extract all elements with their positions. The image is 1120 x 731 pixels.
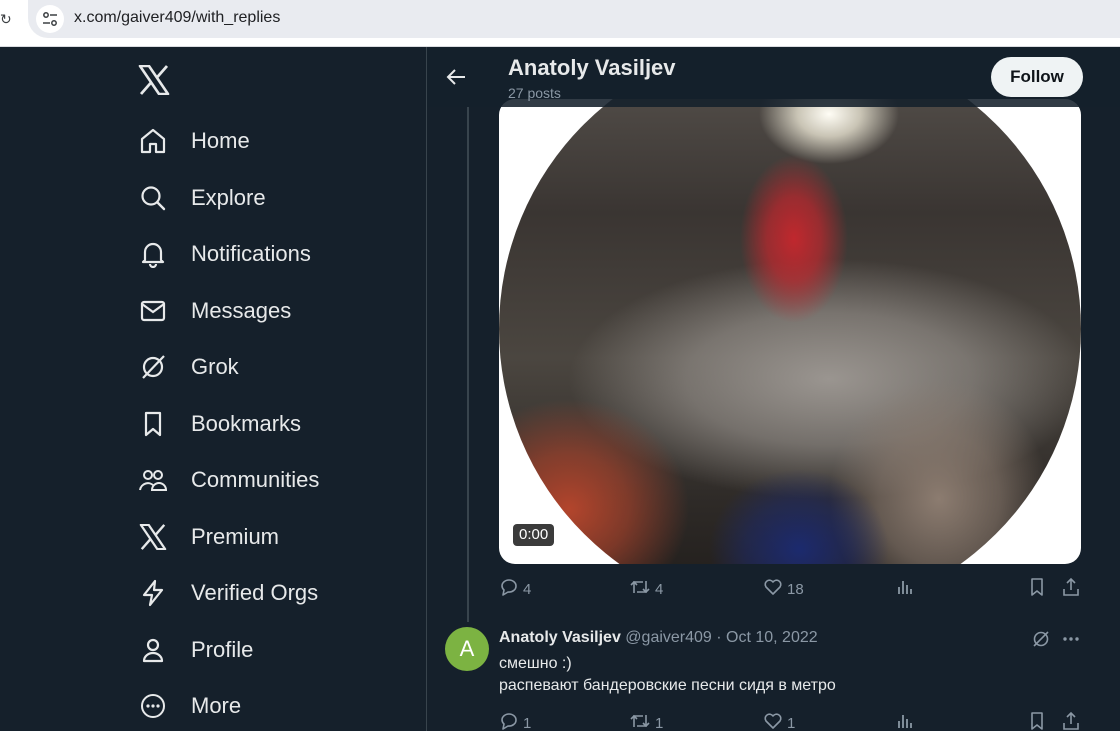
sidebar-item-bookmarks[interactable]: Bookmarks (136, 404, 396, 444)
heart-icon (763, 577, 783, 601)
tweet-text-line: распевают бандеровские песни сидя в метр… (499, 677, 836, 694)
repost-icon (629, 577, 651, 601)
sidebar-item-home[interactable]: Home (136, 121, 396, 161)
like-count: 1 (787, 714, 796, 731)
x-logo-icon (136, 520, 170, 554)
sidebar-item-label: Home (191, 128, 250, 153)
analytics-icon (895, 577, 915, 601)
sidebar-item-premium[interactable]: Premium (136, 517, 396, 557)
people-icon (136, 463, 170, 497)
thread-connector-line (467, 107, 469, 622)
post-count: 27 posts (508, 85, 561, 101)
video-thumbnail (499, 99, 1081, 564)
reply-count: 1 (523, 714, 532, 731)
repost-button[interactable]: 4 (629, 577, 663, 601)
more-circle-icon (136, 689, 170, 723)
tweet-text-line: смешно :) (499, 655, 572, 672)
reply-button[interactable]: 4 (499, 577, 531, 601)
share-button[interactable] (1061, 577, 1081, 601)
like-button[interactable]: 1 (763, 711, 795, 731)
reply-button[interactable]: 1 (499, 711, 531, 731)
sidebar-item-label: Grok (191, 354, 239, 379)
grok-icon (136, 350, 170, 384)
reply-icon (499, 711, 519, 731)
address-bar[interactable]: x.com/gaiver409/with_replies (28, 0, 1120, 38)
sidebar-item-label: Communities (191, 467, 320, 492)
bookmark-icon (136, 407, 170, 441)
post-actions: 4 4 18 (499, 577, 1081, 601)
sidebar-item-label: Messages (191, 298, 292, 323)
x-logo-icon[interactable] (138, 64, 170, 96)
video-player[interactable]: 0:00 (499, 99, 1081, 564)
sidebar-item-messages[interactable]: Messages (136, 291, 396, 331)
sidebar: Home Explore Notifications Messages Grok… (0, 47, 427, 731)
sidebar-item-label: More (191, 693, 242, 718)
post-actions: 1 1 1 (499, 711, 1081, 731)
home-icon (136, 124, 170, 158)
bookmark-icon (1027, 577, 1047, 601)
reply-count: 4 (523, 580, 532, 598)
avatar[interactable]: A (445, 627, 489, 671)
reply-icon (499, 577, 519, 601)
sidebar-item-communities[interactable]: Communities (136, 460, 396, 500)
like-button[interactable]: 18 (763, 577, 804, 601)
search-icon (136, 181, 170, 215)
heart-icon (763, 711, 783, 731)
sidebar-item-notifications[interactable]: Notifications (136, 234, 396, 274)
site-info-icon[interactable] (36, 5, 64, 33)
share-icon (1061, 711, 1081, 731)
reload-icon[interactable]: ↻ (0, 11, 12, 27)
follow-button[interactable]: Follow (991, 57, 1083, 97)
like-count: 18 (787, 580, 804, 598)
back-arrow-icon[interactable] (443, 63, 471, 91)
views-button[interactable] (895, 577, 915, 601)
grok-icon[interactable] (1031, 629, 1053, 651)
envelope-icon (136, 294, 170, 328)
bookmark-icon (1027, 711, 1047, 731)
analytics-icon (895, 711, 915, 731)
bookmark-button[interactable] (1027, 711, 1047, 731)
sidebar-item-label: Bookmarks (191, 411, 302, 436)
sidebar-item-label: Verified Orgs (191, 580, 319, 605)
url-text[interactable]: x.com/gaiver409/with_replies (74, 9, 280, 27)
more-options-icon[interactable] (1061, 629, 1083, 651)
repost-button[interactable]: 1 (629, 711, 663, 731)
author-handle-date[interactable]: @gaiver409 · Oct 10, 2022 (625, 629, 817, 646)
sidebar-item-label: Notifications (191, 241, 311, 266)
share-button[interactable] (1061, 711, 1081, 731)
repost-count: 1 (655, 714, 664, 731)
sidebar-item-label: Premium (191, 524, 280, 549)
person-icon (136, 633, 170, 667)
sidebar-item-label: Explore (191, 185, 266, 210)
sidebar-item-explore[interactable]: Explore (136, 178, 396, 218)
profile-header: Anatoly Vasiljev 27 posts Follow (427, 47, 1120, 107)
lightning-icon (136, 576, 170, 610)
main-timeline: 0:00 4 4 18 A Anatoly Vasiljev @gaiver40… (427, 47, 1120, 731)
profile-name: Anatoly Vasiljev (508, 55, 676, 80)
tweet-header: Anatoly Vasiljev @gaiver409 · Oct 10, 20… (499, 629, 818, 647)
sidebar-item-label: Profile (191, 637, 254, 662)
sidebar-item-more[interactable]: More (136, 686, 396, 726)
browser-toolbar: ↻ x.com/gaiver409/with_replies (0, 0, 1120, 47)
bookmark-button[interactable] (1027, 577, 1047, 601)
share-icon (1061, 577, 1081, 601)
repost-icon (629, 711, 651, 731)
sidebar-item-verified-orgs[interactable]: Verified Orgs (136, 573, 396, 613)
video-timestamp: 0:00 (513, 524, 555, 546)
tweet-text: смешно :) распевают бандеровские песни с… (499, 653, 836, 697)
bell-icon (136, 237, 170, 271)
repost-count: 4 (655, 580, 664, 598)
sidebar-item-grok[interactable]: Grok (136, 347, 396, 387)
views-button[interactable] (895, 711, 915, 731)
author-name[interactable]: Anatoly Vasiljev (499, 629, 621, 646)
sidebar-item-profile[interactable]: Profile (136, 630, 396, 670)
